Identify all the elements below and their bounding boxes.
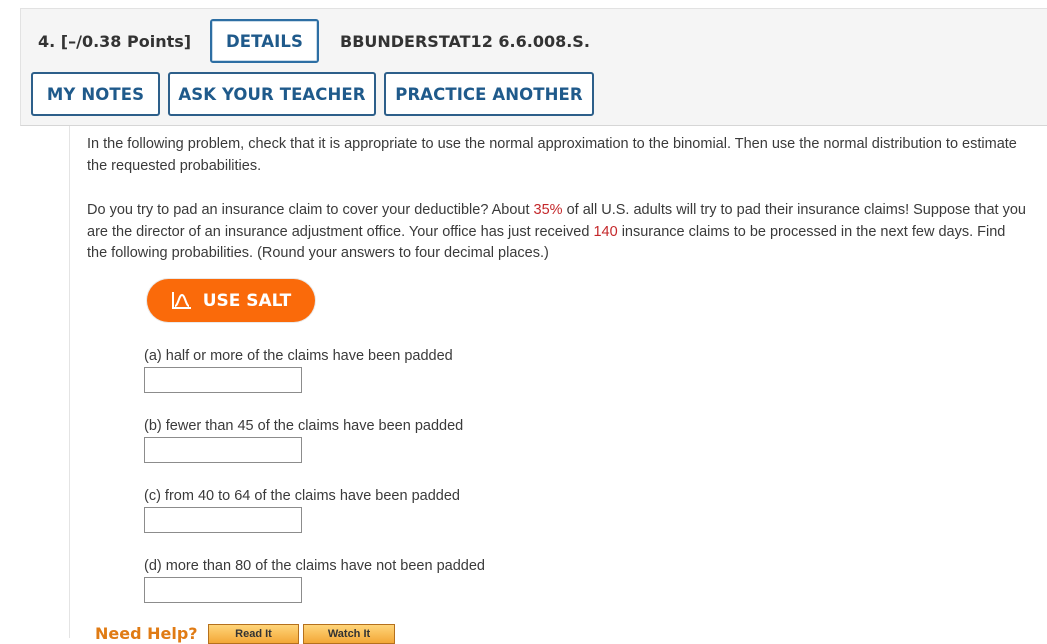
part-d-answer-input[interactable]: [144, 577, 302, 603]
question-code: BBUNDERSTAT12 6.6.008.S.: [340, 32, 590, 51]
percent-value: 35%: [533, 202, 563, 218]
read-it-button[interactable]: Read It: [208, 624, 299, 644]
use-salt-button[interactable]: USE SALT: [147, 279, 315, 322]
claims-value: 140: [593, 223, 618, 240]
question-points: 4. [–/0.38 Points]: [38, 32, 192, 51]
part-a-answer-input[interactable]: [144, 367, 302, 393]
part-b-label: (b) fewer than 45 of the claims have bee…: [144, 418, 464, 434]
part-b-answer-input[interactable]: [144, 437, 302, 463]
part-a-label: (a) half or more of the claims have been…: [144, 348, 453, 364]
need-help-label: Need Help?: [95, 624, 198, 643]
part-d-label: (d) more than 80 of the claims have not …: [144, 558, 485, 574]
part-c-answer-input[interactable]: [144, 507, 302, 533]
my-notes-button[interactable]: MY NOTES: [31, 72, 160, 116]
problem-text-part1: Do you try to pad an insurance claim to …: [87, 202, 534, 218]
details-button[interactable]: DETAILS: [210, 19, 319, 63]
part-c-label: (c) from 40 to 64 of the claims have bee…: [144, 488, 460, 504]
use-salt-label: USE SALT: [202, 290, 292, 311]
content-divider: [69, 126, 70, 638]
practice-another-button[interactable]: PRACTICE ANOTHER: [384, 72, 594, 116]
watch-it-button[interactable]: Watch It: [303, 624, 395, 644]
instructions-text: In the following problem, check that it …: [87, 136, 1017, 174]
salt-chart-icon: [171, 291, 193, 311]
problem-text: Do you try to pad an insurance claim to …: [87, 200, 1027, 265]
ask-your-teacher-button[interactable]: ASK YOUR TEACHER: [168, 72, 376, 116]
